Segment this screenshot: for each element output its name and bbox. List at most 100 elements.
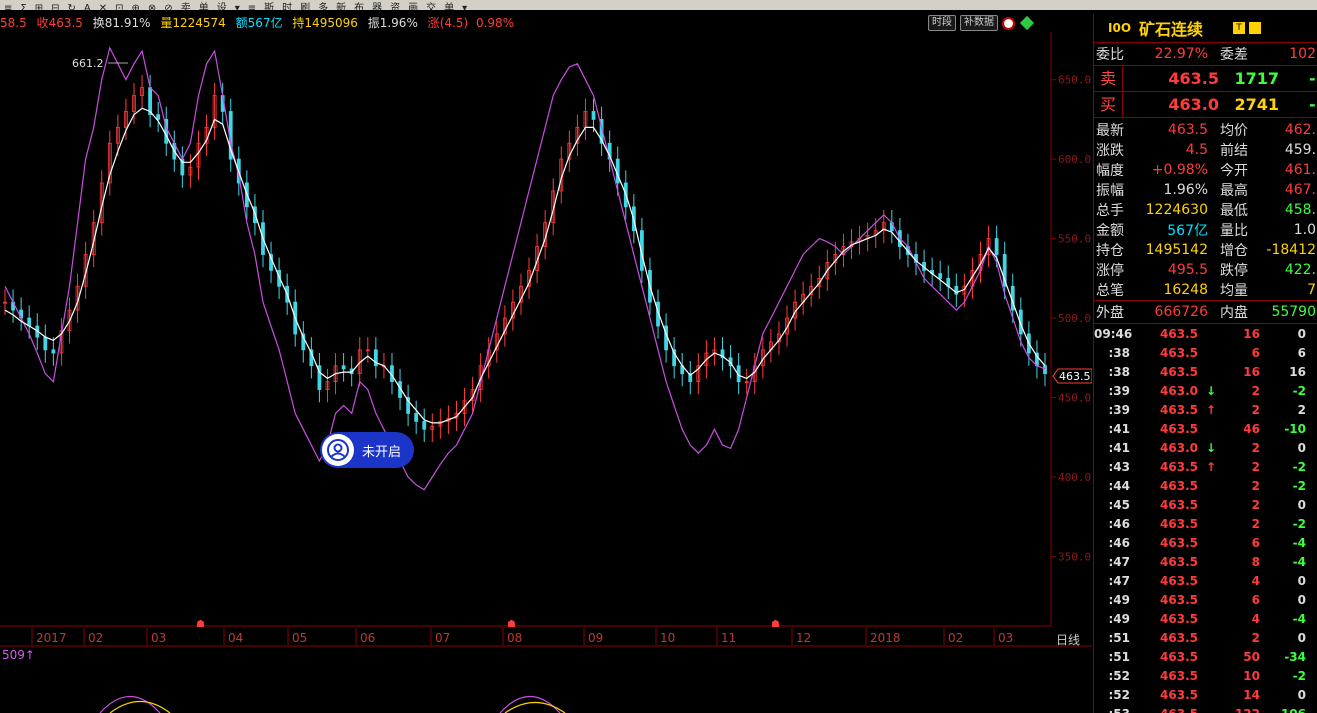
toolbar-item[interactable]: 画 [408, 4, 418, 11]
x-tick-label: 12 [796, 631, 811, 645]
quote-info-bar: 58.5 收463.5 换81.91% 量1224574 额567亿 持1495… [0, 14, 526, 32]
toolbar-item[interactable]: 设 [217, 4, 227, 11]
close-value: 收463.5 [36, 16, 83, 30]
toolbar-item[interactable]: ▾ [462, 4, 467, 11]
x-tick-label: 02 [948, 631, 963, 645]
tick-row: :51 463.5 50 -34 [1108, 649, 1307, 664]
instrument-code: I0O [1108, 21, 1132, 35]
toolbar-item[interactable]: ▾ [235, 4, 240, 11]
outer-inner-row: 外盘 666726 内盘 55790 [1094, 301, 1317, 324]
instrument-name: 矿石连续 [1139, 20, 1204, 39]
indicator-line-yellow [109, 701, 171, 713]
period-button[interactable]: 时段 [928, 15, 956, 31]
toolbar-item[interactable]: 时 [282, 4, 292, 11]
x-tick-label: 2018 [870, 631, 901, 645]
toolbar-item[interactable]: 单 [199, 4, 209, 11]
candle-body [994, 238, 999, 255]
toolbar-item[interactable]: ⊕ [132, 4, 140, 11]
toolbar-item[interactable]: ⊞ [35, 4, 43, 11]
tick-row: :52 463.5 10 -2 [1108, 668, 1307, 683]
quote-sidebar: I0O 矿石连续 T 委比 22.97% 委差 102 卖 463.5 1717… [1093, 14, 1317, 713]
toolbar-item[interactable]: 单 [444, 4, 454, 11]
candle-body [1043, 365, 1047, 375]
x-tick-label: 05 [292, 631, 307, 645]
toolbar-item[interactable]: ⊡ [115, 4, 123, 11]
x-tick-label: 03 [998, 631, 1013, 645]
top-buttons: 时段 补数据 [928, 15, 1035, 31]
stat-row: 最新 463.5 均价 462. [1096, 122, 1316, 139]
tick-row: :49 463.5 4 -4 [1108, 611, 1307, 626]
toolbar-item[interactable]: 斯 [264, 4, 274, 11]
amplitude-value: 振1.96% [367, 16, 418, 30]
diamond-icon[interactable] [1019, 15, 1035, 31]
tick-row: :39 463.0 ↓ 2 -2 [1108, 383, 1307, 398]
change-value: 涨(4.5) 0.98% [427, 16, 515, 30]
x-tick-label: 07 [435, 631, 450, 645]
indicator-line-purple [99, 696, 161, 713]
amount-value: 额567亿 [235, 16, 283, 30]
candle-body [51, 349, 56, 354]
trade-icon[interactable]: T [1233, 22, 1246, 34]
tick-row: :44 463.5 2 -2 [1108, 478, 1307, 493]
volume-value: 量1224574 [160, 16, 226, 30]
x-tick-label: 08 [507, 631, 522, 645]
tick-row: :41 463.0 ↓ 2 0 [1108, 440, 1307, 455]
x-tick-label: 03 [151, 631, 166, 645]
event-marker: ☗ [507, 619, 516, 630]
toolbar-item[interactable]: ⊗ [148, 4, 156, 11]
tick-row: :49 463.5 6 0 [1108, 592, 1307, 607]
toolbar-item[interactable]: ≡ [248, 4, 256, 11]
toolbar-item[interactable]: 器 [372, 4, 382, 11]
x-tick-label: 09 [588, 631, 603, 645]
toolbar-item[interactable]: ⊟ [51, 4, 59, 11]
candle-body [591, 111, 596, 120]
stat-row: 总手 1224630 最低 458. [1096, 202, 1316, 219]
toolbar-item[interactable]: 刷 [300, 4, 310, 11]
toolbar-item[interactable]: ⊘ [164, 4, 172, 11]
x-tick-label: 02 [88, 631, 103, 645]
candle-body [341, 365, 346, 370]
stats-table: 最新 463.5 均价 462. 涨跌 4.5 前结 459. 幅度 +0.98% 今开 461. 振幅… [1094, 118, 1317, 301]
stat-row: 持仓 1495142 增仓 -18412 [1096, 242, 1316, 259]
stat-row: 金额 567亿 量比 1.0 [1096, 222, 1316, 239]
toolbar-item[interactable]: 交 [426, 4, 436, 11]
toolbar-item[interactable]: 卖 [181, 4, 191, 11]
stat-row: 涨停 495.5 跌停 422. [1096, 262, 1316, 279]
series-line-purple [4, 46, 1046, 491]
event-marker: ☗ [196, 619, 205, 630]
turnover-value: 换81.91% [92, 16, 151, 30]
candle-body [43, 336, 48, 351]
toolbar-item[interactable]: ↻ [68, 4, 76, 11]
stat-row: 涨跌 4.5 前结 459. [1096, 142, 1316, 159]
indicator-line-yellow [504, 702, 566, 713]
buy-row[interactable]: 买 463.0 2741 - [1094, 92, 1317, 118]
toolbar-item[interactable]: ✕ [99, 4, 107, 11]
instrument-header: I0O 矿石连续 T [1094, 14, 1317, 43]
settings-icon[interactable] [1002, 16, 1015, 30]
x-tick-label: 06 [360, 631, 375, 645]
sell-row[interactable]: 卖 463.5 1717 - [1094, 66, 1317, 92]
tick-row: :41 463.5 46 -10 [1108, 421, 1307, 436]
tick-row: :47 463.5 4 0 [1108, 573, 1307, 588]
toolbar-item[interactable]: 多 [318, 4, 328, 11]
price-axis [1052, 30, 1092, 630]
toolbar-item[interactable]: A [84, 4, 91, 11]
settings-icon[interactable] [1249, 22, 1262, 34]
user-icon [322, 434, 354, 466]
tick-row: :38 463.5 16 16 [1108, 364, 1307, 379]
candlestick-chart[interactable]: 650.0600.0550.0500.0450.0400.0350.02017 0… [0, 0, 1092, 713]
toolbar-item[interactable]: ≡ [4, 4, 12, 11]
series-line-white [4, 107, 1046, 424]
tick-row: 09:46 463.5 16 0 [1094, 326, 1306, 341]
toolbar-item[interactable]: 新 [336, 4, 346, 11]
toolbar-item[interactable]: 布 [354, 4, 364, 11]
tick-row: :47 463.5 8 -4 [1108, 554, 1307, 569]
supplement-data-button[interactable]: 补数据 [960, 15, 998, 31]
tick-row: :51 463.5 2 0 [1108, 630, 1307, 645]
toolbar-item[interactable]: Σ [20, 4, 26, 11]
tick-row: :46 463.5 6 -4 [1108, 535, 1307, 550]
order-ratio-row: 委比 22.97% 委差 102 [1094, 43, 1317, 66]
tick-list: 09:46 463.5 16 0:38 463.5 6 6:38 463.5 16 16:39 46… [1094, 324, 1317, 713]
status-widget[interactable]: 未开启 [320, 432, 414, 468]
toolbar-item[interactable]: 资 [390, 4, 400, 11]
